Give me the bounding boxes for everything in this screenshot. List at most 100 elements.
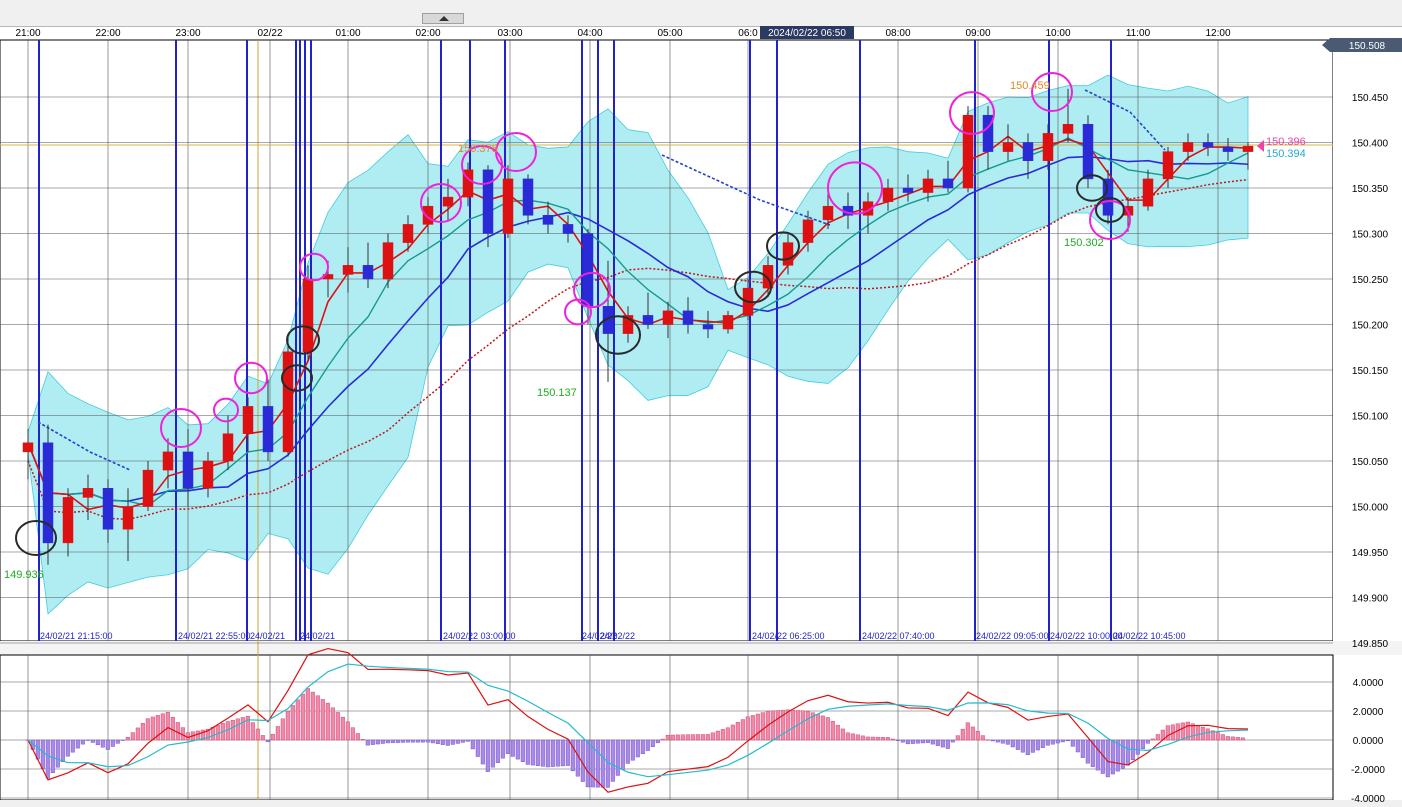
macd-histogram-bar xyxy=(550,739,555,767)
price-tick-label: 150.000 xyxy=(1352,503,1389,514)
macd-histogram-bar xyxy=(955,735,960,741)
bottom-bar xyxy=(0,800,1402,807)
macd-histogram-bar xyxy=(510,739,515,757)
macd-histogram-bar xyxy=(950,739,955,743)
macd-histogram-bar xyxy=(1105,739,1110,778)
macd-histogram-bar xyxy=(605,739,610,788)
macd-histogram-bar xyxy=(195,730,200,741)
macd-histogram-bar xyxy=(320,699,325,741)
candle-body xyxy=(222,433,234,462)
macd-tick-label: 4.0000 xyxy=(1353,678,1384,689)
macd-histogram-bar xyxy=(630,739,635,761)
macd-histogram-bar xyxy=(465,739,470,742)
macd-histogram-bar xyxy=(1085,739,1090,764)
candle-body xyxy=(502,178,514,234)
macd-histogram-bar xyxy=(255,728,260,741)
macd-histogram-bar xyxy=(1010,739,1015,748)
macd-histogram-bar xyxy=(105,739,110,750)
macd-histogram-bar xyxy=(825,717,830,741)
macd-histogram-bar xyxy=(545,739,550,768)
macd-histogram-bar xyxy=(125,737,130,741)
macd-histogram-bar xyxy=(520,739,525,763)
candle-body xyxy=(122,506,134,530)
macd-histogram-bar xyxy=(625,739,630,764)
macd-histogram-bar xyxy=(935,739,940,746)
macd-histogram-bar xyxy=(55,739,60,768)
price-tick-label: 149.850 xyxy=(1352,639,1389,650)
macd-histogram-bar xyxy=(1025,739,1030,756)
macd-histogram-bar xyxy=(1135,739,1140,755)
macd-histogram-bar xyxy=(50,739,55,773)
macd-histogram-bar xyxy=(805,710,810,741)
macd-histogram-bar xyxy=(70,739,75,753)
macd-histogram-bar xyxy=(110,739,115,747)
macd-histogram-bar xyxy=(1050,739,1055,745)
macd-histogram-bar xyxy=(285,710,290,741)
macd-histogram-bar xyxy=(685,734,690,741)
macd-tick-label: 2.0000 xyxy=(1353,707,1384,718)
macd-histogram-bar xyxy=(635,739,640,758)
macd-tick-label: 0.0000 xyxy=(1353,736,1384,747)
macd-histogram-bar xyxy=(540,739,545,767)
macd-histogram-bar xyxy=(1220,734,1225,741)
macd-histogram-bar xyxy=(790,709,795,741)
time-label: 02/22 xyxy=(257,28,282,39)
price-chart: 24/02/21 21:15:00 24/02/21 22:55:00 24/02/… xyxy=(0,26,1402,807)
candle-body xyxy=(942,178,954,189)
macd-histogram-bar xyxy=(600,739,605,788)
macd-histogram-bar xyxy=(250,722,255,741)
candle-body xyxy=(342,265,354,275)
annotation-high-2: 150.459 xyxy=(1010,80,1050,92)
macd-histogram-bar xyxy=(45,739,50,779)
macd-histogram-bar xyxy=(145,718,150,741)
macd-histogram-bar xyxy=(310,691,315,741)
macd-histogram-bar xyxy=(735,722,740,741)
macd-histogram-bar xyxy=(1080,739,1085,758)
macd-histogram-bar xyxy=(440,739,445,745)
candle-body xyxy=(1002,142,1014,152)
annotation-high-1: 150.378 xyxy=(458,143,498,155)
macd-histogram-bar xyxy=(1180,722,1185,741)
macd-histogram-bar xyxy=(1045,739,1050,746)
time-label: 04:00 xyxy=(577,28,602,39)
annotation-low-2: 150.137 xyxy=(537,387,577,399)
macd-histogram-bar xyxy=(860,735,865,741)
macd-histogram-bar xyxy=(1040,739,1045,748)
macd-histogram-bar xyxy=(270,733,275,741)
macd-histogram-bar xyxy=(1070,739,1075,747)
macd-histogram-bar xyxy=(760,712,765,741)
candle-body xyxy=(802,219,814,243)
time-label: 02:00 xyxy=(415,28,440,39)
macd-plot-area xyxy=(0,654,1334,801)
candle-body xyxy=(262,406,274,453)
event-line-label: 24/02/21 21:15:00 xyxy=(40,631,113,641)
macd-histogram-bar xyxy=(995,739,1000,743)
macd-histogram-bar xyxy=(530,739,535,766)
macd-histogram-bar xyxy=(565,739,570,766)
candle-body xyxy=(1102,178,1114,216)
macd-histogram-bar xyxy=(1195,725,1200,741)
macd-histogram-bar xyxy=(1165,725,1170,741)
macd-histogram-bar xyxy=(1225,736,1230,741)
annotation-low-1: 149.936 xyxy=(4,569,44,581)
event-line-label: 24/02/22 06:25:00 xyxy=(752,631,825,641)
macd-histogram-bar xyxy=(345,721,350,741)
macd-histogram-bar xyxy=(920,739,925,744)
macd-histogram-bar xyxy=(555,739,560,767)
macd-histogram-bar xyxy=(1150,738,1155,741)
macd-histogram-bar xyxy=(390,739,395,743)
candle-body xyxy=(962,114,974,189)
candle-body xyxy=(482,169,494,234)
candle-body xyxy=(202,460,214,489)
macd-histogram-bar xyxy=(300,693,305,741)
macd-histogram-bar xyxy=(385,739,390,744)
macd-histogram-bar xyxy=(90,739,95,743)
macd-histogram-bar xyxy=(730,724,735,741)
macd-histogram-bar xyxy=(815,714,820,741)
candle-body xyxy=(102,488,114,530)
macd-histogram-bar xyxy=(655,739,660,744)
macd-histogram-bar xyxy=(435,739,440,744)
macd-histogram-bar xyxy=(640,739,645,755)
candle-body xyxy=(182,451,194,489)
macd-histogram-bar xyxy=(610,739,615,782)
